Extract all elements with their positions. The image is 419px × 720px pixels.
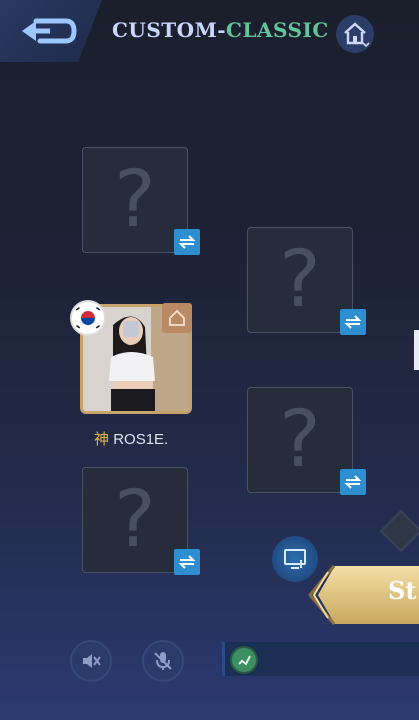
question-mark-icon: ? bbox=[279, 235, 321, 325]
home-icon bbox=[169, 309, 185, 326]
empty-player-slot[interactable]: ? bbox=[247, 387, 353, 493]
question-mark-icon: ? bbox=[279, 395, 321, 485]
swap-button[interactable] bbox=[340, 309, 366, 335]
empty-player-slot[interactable]: ? bbox=[247, 227, 353, 333]
back-arrow-icon bbox=[22, 18, 77, 44]
swap-icon bbox=[178, 555, 196, 569]
mic-mute-button[interactable] bbox=[142, 640, 184, 682]
swap-button[interactable] bbox=[174, 549, 200, 575]
mic-mute-icon bbox=[154, 652, 172, 670]
start-button-label: St bbox=[388, 576, 417, 605]
speaker-mute-icon bbox=[83, 654, 101, 668]
south-korea-flag-icon bbox=[70, 300, 106, 336]
room-owner-badge bbox=[162, 303, 192, 333]
mode-title: CUSTOM-CLASSIC bbox=[112, 18, 329, 42]
swap-button[interactable] bbox=[340, 469, 366, 495]
player-name-prefix: 神 bbox=[94, 430, 110, 448]
diamond-decoration-icon bbox=[379, 509, 419, 553]
player-name: 神 ROS1E. bbox=[94, 428, 168, 449]
swap-button[interactable] bbox=[174, 229, 200, 255]
mode-title-prefix: CUSTOM- bbox=[112, 18, 227, 42]
empty-player-slot[interactable]: ? bbox=[82, 147, 188, 253]
swap-icon bbox=[344, 315, 362, 329]
swap-icon bbox=[178, 235, 196, 249]
speaker-mute-button[interactable] bbox=[70, 640, 112, 682]
home-icon bbox=[344, 22, 370, 48]
mode-title-suffix: CLASSIC bbox=[226, 18, 329, 42]
swap-icon bbox=[344, 475, 362, 489]
empty-player-slot[interactable]: ? bbox=[82, 467, 188, 573]
home-button[interactable] bbox=[336, 15, 374, 53]
chat-icon[interactable] bbox=[230, 646, 258, 674]
question-mark-icon: ? bbox=[114, 475, 156, 565]
player-name-text: ROS1E. bbox=[113, 431, 169, 448]
question-mark-icon: ? bbox=[114, 155, 156, 245]
monitor-add-icon bbox=[284, 549, 306, 569]
opponent-team-edge bbox=[414, 330, 419, 370]
start-arrow-icon bbox=[308, 565, 336, 625]
